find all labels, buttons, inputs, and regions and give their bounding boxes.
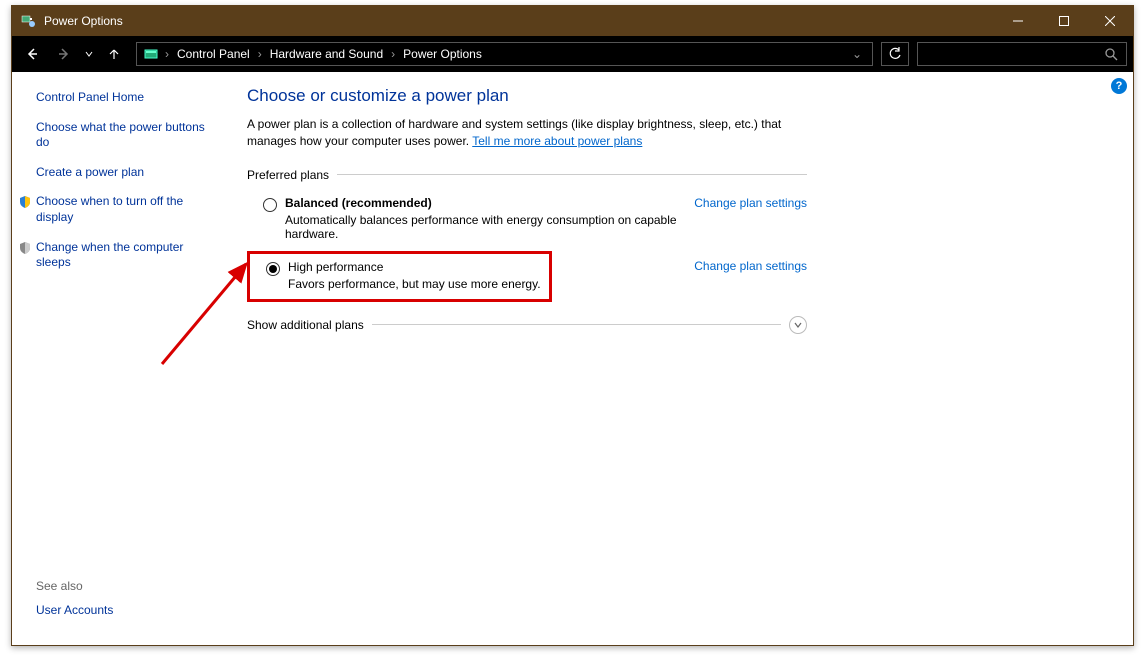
forward-button[interactable] (50, 40, 78, 68)
chevron-right-icon: › (256, 47, 264, 61)
sidebar-link-user-accounts[interactable]: User Accounts (36, 603, 217, 619)
learn-more-link[interactable]: Tell me more about power plans (472, 134, 642, 148)
refresh-button[interactable] (881, 42, 909, 66)
navbar: › Control Panel › Hardware and Sound › P… (12, 36, 1133, 72)
sidebar: Control Panel Home Choose what the power… (12, 72, 227, 645)
description: A power plan is a collection of hardware… (247, 116, 817, 150)
back-button[interactable] (18, 40, 46, 68)
see-also-label: See also (36, 579, 217, 593)
sidebar-link-create-plan[interactable]: Create a power plan (36, 165, 217, 181)
location-icon (141, 44, 161, 64)
change-plan-settings-link[interactable]: Change plan settings (694, 196, 807, 210)
shield-icon (18, 241, 32, 255)
content-area: ? Control Panel Home Choose what the pow… (12, 72, 1133, 645)
minimize-button[interactable] (995, 6, 1041, 36)
search-input[interactable] (917, 42, 1127, 66)
breadcrumb[interactable]: › Control Panel › Hardware and Sound › P… (136, 42, 873, 66)
show-additional-plans[interactable]: Show additional plans (247, 316, 807, 334)
chevron-down-icon[interactable]: ⌄ (846, 47, 868, 61)
titlebar[interactable]: Power Options (12, 6, 1133, 36)
plan-name[interactable]: High performance (288, 260, 541, 274)
maximize-button[interactable] (1041, 6, 1087, 36)
plan-name[interactable]: Balanced (recommended) (285, 196, 682, 210)
plan-description: Automatically balances performance with … (285, 213, 682, 241)
chevron-right-icon: › (389, 47, 397, 61)
chevron-down-icon[interactable] (789, 316, 807, 334)
window-controls (995, 6, 1133, 36)
close-button[interactable] (1087, 6, 1133, 36)
sidebar-link-turn-off-display[interactable]: Choose when to turn off the display (36, 194, 217, 225)
change-plan-settings-link[interactable]: Change plan settings (694, 259, 807, 273)
page-title: Choose or customize a power plan (247, 86, 1113, 106)
search-icon (1104, 47, 1118, 61)
breadcrumb-item[interactable]: Control Panel (173, 47, 254, 61)
plan-row-balanced: Balanced (recommended) Automatically bal… (247, 194, 807, 251)
window-title: Power Options (44, 14, 995, 28)
breadcrumb-item[interactable]: Power Options (399, 47, 486, 61)
breadcrumb-item[interactable]: Hardware and Sound (266, 47, 387, 61)
plan-description: Favors performance, but may use more ene… (288, 277, 541, 291)
control-panel-home-link[interactable]: Control Panel Home (36, 90, 217, 106)
recent-dropdown[interactable] (82, 40, 96, 68)
shield-icon (18, 195, 32, 209)
window-frame: Power Options (11, 5, 1134, 646)
radio-high-performance[interactable] (266, 262, 280, 276)
main-panel: Choose or customize a power plan A power… (227, 72, 1133, 645)
app-icon (20, 13, 36, 29)
sidebar-link-power-buttons[interactable]: Choose what the power buttons do (36, 120, 217, 151)
preferred-plans-header: Preferred plans (247, 168, 1113, 182)
highlighted-plan-box: High performance Favors performance, but… (247, 251, 552, 302)
sidebar-link-computer-sleeps[interactable]: Change when the computer sleeps (36, 240, 217, 271)
chevron-right-icon: › (163, 47, 171, 61)
radio-balanced[interactable] (263, 198, 277, 212)
up-button[interactable] (100, 40, 128, 68)
